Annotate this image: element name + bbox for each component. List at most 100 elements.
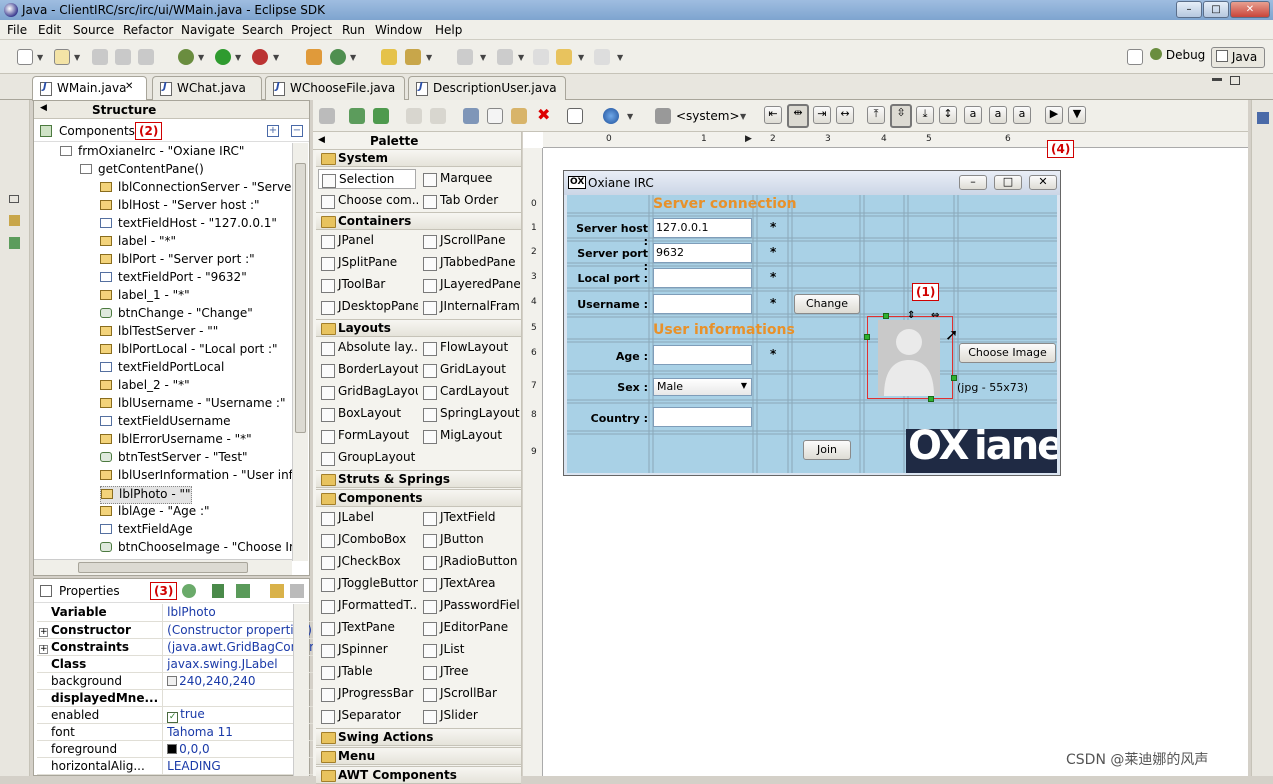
ruler-col[interactable]: 6 bbox=[1005, 134, 1011, 144]
palette-item-choose-component[interactable]: Choose com... bbox=[318, 191, 418, 211]
tree-item[interactable]: textFieldHost - "127.0.0.1" bbox=[100, 216, 277, 234]
palette-section-components[interactable]: Components bbox=[316, 489, 521, 507]
ruler-row[interactable]: 1 bbox=[531, 223, 537, 233]
resize-handle[interactable] bbox=[864, 334, 870, 340]
palette-item-borderlayout[interactable]: BorderLayout bbox=[318, 360, 418, 380]
palette-item-formlayout[interactable]: FormLayout bbox=[318, 426, 418, 446]
new-project-icon[interactable] bbox=[54, 49, 70, 65]
open-perspective-icon[interactable] bbox=[1127, 49, 1143, 65]
collapse-all-icon[interactable]: − bbox=[291, 125, 303, 137]
tab-wchat[interactable]: WChat.java bbox=[152, 76, 262, 100]
paste-icon[interactable] bbox=[511, 108, 527, 124]
palette-item-jdesktoppane[interactable]: JDesktopPane bbox=[318, 297, 418, 317]
ruler-col[interactable]: 5 bbox=[926, 134, 932, 144]
tree-item[interactable]: lblConnectionServer - "Server co bbox=[100, 180, 292, 198]
redo-icon[interactable] bbox=[430, 108, 446, 124]
server-port-field[interactable]: 9632 bbox=[653, 243, 752, 263]
fill-vertical-button[interactable]: ↕ bbox=[939, 106, 957, 124]
sex-combobox[interactable]: Male ▼ bbox=[653, 378, 752, 396]
palette-item-jsplitpane[interactable]: JSplitPane bbox=[318, 253, 418, 273]
goto-definition-icon[interactable] bbox=[212, 584, 224, 598]
align-center-button[interactable]: ⇹ bbox=[787, 104, 809, 128]
palette-item-jtextfield[interactable]: JTextField bbox=[420, 508, 520, 528]
back-icon[interactable] bbox=[556, 49, 572, 65]
new-icon[interactable] bbox=[17, 49, 33, 65]
palette-item-jcheckbox[interactable]: JCheckBox bbox=[318, 552, 418, 572]
palette-item-jradiobutton[interactable]: JRadioButton bbox=[420, 552, 520, 572]
palette-item-jtogglebutton[interactable]: JToggleButton bbox=[318, 574, 418, 594]
restore-icon[interactable] bbox=[9, 195, 19, 203]
convert-local-icon[interactable] bbox=[236, 584, 250, 598]
insert-column-button[interactable]: ▶ bbox=[1045, 106, 1063, 124]
ruler-row[interactable]: 8 bbox=[531, 410, 537, 420]
tree-item[interactable]: lblTestServer - "" bbox=[100, 324, 218, 342]
tab-descriptionuser[interactable]: DescriptionUser.java bbox=[408, 76, 566, 100]
ruler-row[interactable]: 3 bbox=[531, 272, 537, 282]
palette-section-menu[interactable]: Menu bbox=[316, 747, 521, 765]
ruler-col[interactable]: 1 bbox=[701, 134, 707, 144]
country-field[interactable] bbox=[653, 407, 752, 427]
system-laf-dropdown[interactable]: <system> bbox=[676, 109, 740, 123]
palette-item-jtabbedpane[interactable]: JTabbedPane bbox=[420, 253, 520, 273]
tree-item[interactable]: label_2 - "*" bbox=[100, 378, 190, 396]
align-top-button[interactable]: ⤒ bbox=[867, 106, 885, 124]
expand-all-icon[interactable]: + bbox=[267, 125, 279, 137]
collapse-arrow-icon[interactable]: ◀ bbox=[40, 103, 47, 113]
ruler-col[interactable]: 4 bbox=[881, 134, 887, 144]
palette-section-struts[interactable]: Struts & Springs bbox=[316, 470, 521, 488]
java-perspective[interactable]: Java bbox=[1211, 47, 1265, 68]
palette-item-gridbaglayout[interactable]: GridBagLayout bbox=[318, 382, 418, 402]
palette-item-gridlayout[interactable]: GridLayout bbox=[420, 360, 520, 380]
hierarchy-icon[interactable] bbox=[9, 237, 20, 249]
look-and-feel-icon[interactable] bbox=[603, 108, 619, 124]
baseline-above-button[interactable]: a bbox=[989, 106, 1007, 124]
palette-item-jslider[interactable]: JSlider bbox=[420, 706, 520, 726]
tree-item[interactable]: getContentPane() bbox=[80, 162, 204, 180]
resize-handle[interactable] bbox=[951, 375, 957, 381]
tree-item[interactable]: btnTestServer - "Test" bbox=[100, 450, 248, 468]
palette-item-jlabel[interactable]: JLabel bbox=[318, 508, 418, 528]
palette-item-jtable[interactable]: JTable bbox=[318, 662, 418, 682]
menu-navigate[interactable]: Navigate bbox=[181, 23, 235, 37]
palette-section-system[interactable]: System bbox=[316, 149, 521, 167]
palette-item-jformattedt[interactable]: JFormattedT... bbox=[318, 596, 418, 616]
baseline-button[interactable]: a bbox=[964, 106, 982, 124]
save-all-icon[interactable] bbox=[115, 49, 131, 65]
age-field[interactable] bbox=[653, 345, 752, 365]
close-button[interactable]: ✕ bbox=[1230, 1, 1270, 18]
minimize-editor-icon[interactable] bbox=[1212, 78, 1222, 81]
tree-item[interactable]: lblUserInformation - "User inforn bbox=[100, 468, 292, 486]
tree-item[interactable]: lblPortLocal - "Local port :" bbox=[100, 342, 278, 360]
resize-handle[interactable] bbox=[883, 313, 889, 319]
copy-icon[interactable] bbox=[487, 108, 503, 124]
form-maximize-button[interactable]: □ bbox=[994, 175, 1022, 190]
tree-item[interactable]: lblHost - "Server host :" bbox=[100, 198, 260, 216]
menu-help[interactable]: Help bbox=[435, 23, 462, 37]
tree-item[interactable]: textFieldPort - "9632" bbox=[100, 270, 247, 288]
baseline-below-button[interactable]: a bbox=[1013, 106, 1031, 124]
maximize-button[interactable]: □ bbox=[1203, 1, 1229, 18]
insert-row-button[interactable]: ▼ bbox=[1068, 106, 1086, 124]
align-middle-button[interactable]: ⇳ bbox=[890, 104, 912, 128]
ruler-col[interactable]: 0 bbox=[606, 134, 612, 144]
palette-item-jscrollbar[interactable]: JScrollBar bbox=[420, 684, 520, 704]
palette-item-grouplayout[interactable]: GroupLayout bbox=[318, 448, 418, 468]
tree-vertical-scrollbar[interactable] bbox=[292, 143, 308, 561]
align-bottom-button[interactable]: ⤓ bbox=[916, 106, 934, 124]
palette-item-absolute-lay[interactable]: Absolute lay... bbox=[318, 338, 418, 358]
palette-item-jtree[interactable]: JTree bbox=[420, 662, 520, 682]
refresh-icon[interactable] bbox=[373, 108, 389, 124]
palette-item-jtoolbar[interactable]: JToolBar bbox=[318, 275, 418, 295]
ruler-row[interactable]: 4 bbox=[531, 297, 537, 307]
outline-icon[interactable] bbox=[1257, 112, 1269, 124]
cut-icon[interactable] bbox=[463, 108, 479, 124]
palette-item-jtextarea[interactable]: JTextArea bbox=[420, 574, 520, 594]
palette-section-swing-actions[interactable]: Swing Actions bbox=[316, 728, 521, 746]
show-source-icon[interactable] bbox=[319, 108, 335, 124]
tree-item[interactable]: textFieldAge bbox=[100, 522, 193, 540]
new-class-icon[interactable] bbox=[330, 49, 346, 65]
forward-icon[interactable] bbox=[594, 49, 610, 65]
ruler-col[interactable]: 3 bbox=[825, 134, 831, 144]
menu-window[interactable]: Window bbox=[375, 23, 422, 37]
tab-wchoosefile[interactable]: WChooseFile.java bbox=[265, 76, 405, 100]
